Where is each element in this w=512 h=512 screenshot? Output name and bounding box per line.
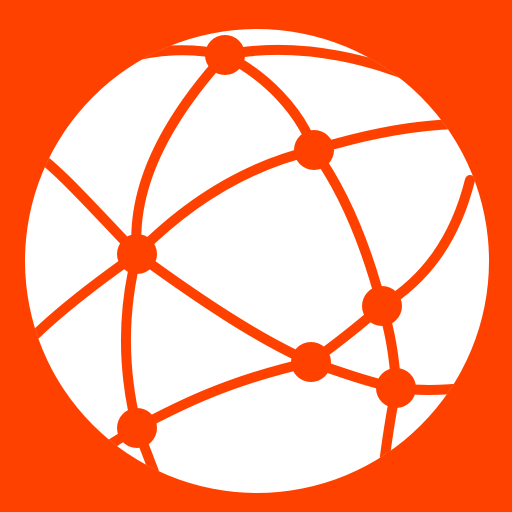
network-node xyxy=(291,342,331,382)
network-node xyxy=(362,286,402,326)
network-node xyxy=(205,35,245,75)
globe-disc xyxy=(25,29,489,493)
network-node xyxy=(117,234,157,274)
network-node xyxy=(117,408,157,448)
network-node xyxy=(294,130,334,170)
network-globe-icon xyxy=(0,0,512,512)
app-icon xyxy=(0,0,512,512)
network-node xyxy=(376,368,416,408)
